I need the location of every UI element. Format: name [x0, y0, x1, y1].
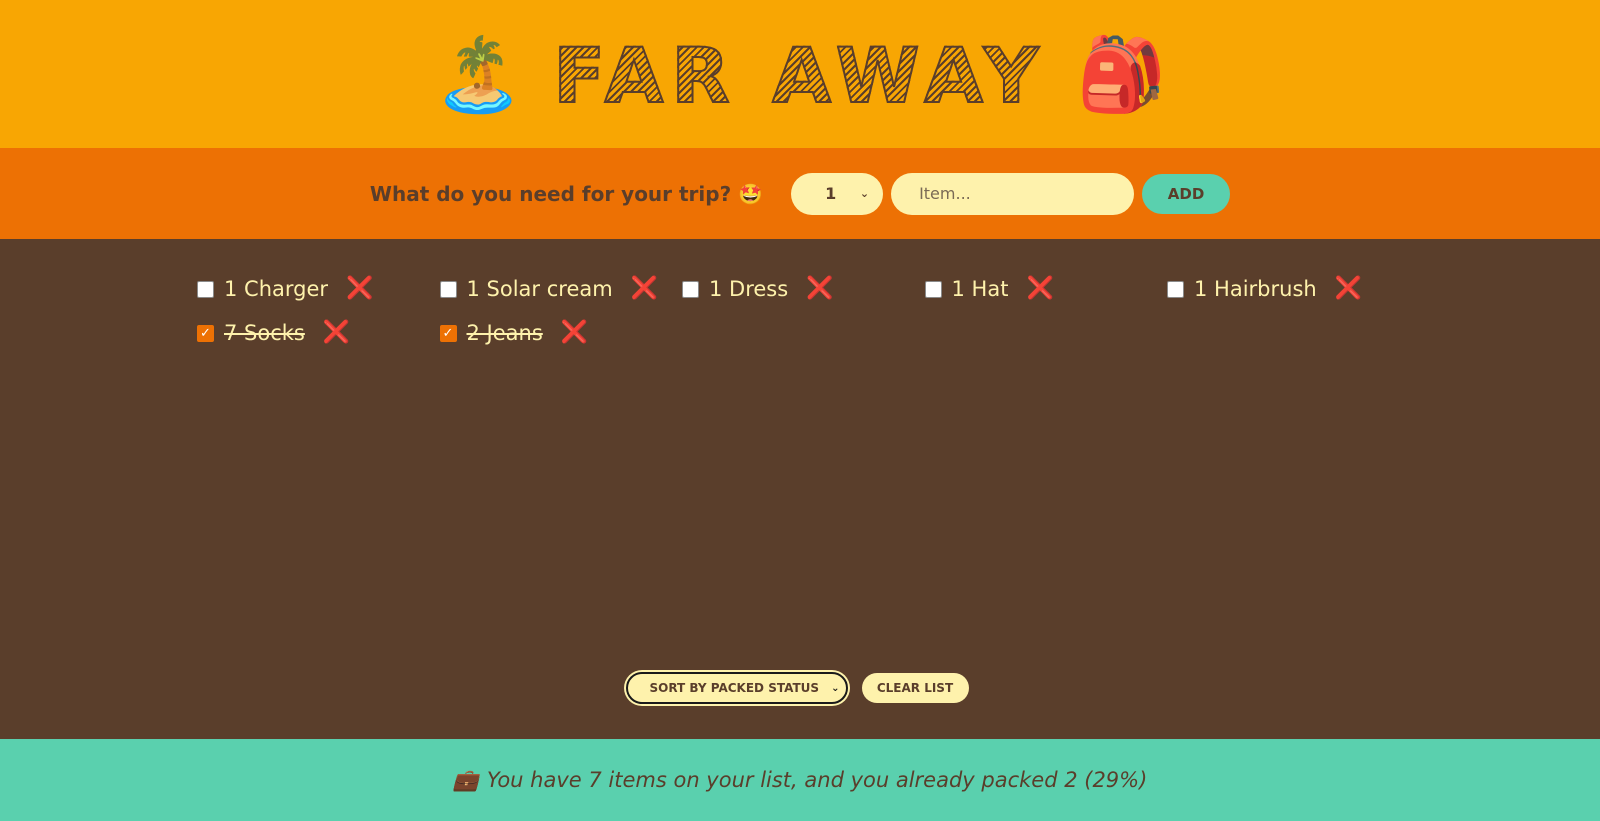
packing-list: 1 Charger ❌ 1 Solar cream ❌ 1 Dress ❌ 1 … [0, 239, 1600, 739]
item-label: 1 Dress [709, 277, 789, 301]
packed-checkbox[interactable] [197, 280, 214, 298]
quantity-select[interactable]: 1 ⌄ [791, 172, 884, 215]
item-label: 7 Socks [224, 321, 305, 345]
item-label: 2 Jeans [466, 321, 543, 345]
delete-icon[interactable]: ❌ [346, 278, 373, 300]
quantity-value: 1 [825, 184, 837, 203]
list-item: ✓ 7 Socks ❌ [197, 319, 440, 347]
chevron-down-icon: ⌄ [859, 187, 870, 200]
packed-checkbox[interactable] [682, 280, 699, 298]
delete-icon[interactable]: ❌ [1335, 278, 1362, 300]
form-prompt: What do you need for your trip? 🤩 [369, 181, 764, 206]
packed-checkbox[interactable]: ✓ [197, 324, 214, 342]
item-label: 1 Hat [951, 277, 1009, 301]
list-item: 1 Hat ❌ [924, 275, 1168, 303]
stats-text: You have 7 items on your list, and you a… [486, 768, 1148, 792]
clear-list-button[interactable]: CLEAR LIST [861, 673, 969, 703]
delete-icon[interactable]: ❌ [631, 278, 658, 300]
backpack-icon: 🎒 [1076, 32, 1167, 116]
packed-checkbox[interactable]: ✓ [439, 324, 457, 342]
packed-checkbox[interactable] [924, 280, 942, 298]
sort-select[interactable]: SORT BY PACKED STATUS ⌄ [625, 672, 848, 704]
checkmark-icon: ✓ [442, 325, 454, 341]
list-item: 1 Solar cream ❌ [439, 275, 683, 303]
list-item: ✓ 2 Jeans ❌ [439, 319, 683, 347]
app-title: FAR AWAY [552, 31, 1047, 120]
stats-footer: 💼 You have 7 items on your list, and you… [0, 739, 1600, 821]
add-item-form: What do you need for your trip? 🤩 1 ⌄ AD… [0, 148, 1600, 239]
briefcase-icon: 💼 [452, 767, 479, 792]
item-label: 1 Hairbrush [1194, 277, 1317, 301]
palm-island-icon: 🏝️ [433, 32, 524, 116]
delete-icon[interactable]: ❌ [323, 322, 350, 344]
delete-icon[interactable]: ❌ [806, 278, 833, 300]
delete-icon[interactable]: ❌ [561, 322, 588, 344]
delete-icon[interactable]: ❌ [1026, 278, 1053, 300]
app-header: 🏝️ FAR AWAY 🎒 [0, 0, 1600, 148]
sort-value: SORT BY PACKED STATUS [649, 681, 820, 695]
add-button[interactable]: ADD [1142, 173, 1231, 214]
list-actions: SORT BY PACKED STATUS ⌄ CLEAR LIST [0, 672, 1600, 704]
list-item: 1 Hairbrush ❌ [1167, 275, 1410, 303]
item-input[interactable] [891, 172, 1135, 215]
list-item: 1 Dress ❌ [682, 275, 925, 303]
packed-checkbox[interactable] [439, 280, 457, 298]
chevron-down-icon: ⌄ [831, 682, 840, 694]
list-item: 1 Charger ❌ [197, 275, 440, 303]
item-list: 1 Charger ❌ 1 Solar cream ❌ 1 Dress ❌ 1 … [197, 275, 1600, 347]
app: 🏝️ FAR AWAY 🎒 What do you need for your … [0, 0, 1600, 821]
packed-checkbox[interactable] [1167, 280, 1184, 298]
checkmark-icon: ✓ [200, 325, 211, 341]
item-label: 1 Charger [224, 277, 329, 301]
item-label: 1 Solar cream [466, 277, 613, 301]
